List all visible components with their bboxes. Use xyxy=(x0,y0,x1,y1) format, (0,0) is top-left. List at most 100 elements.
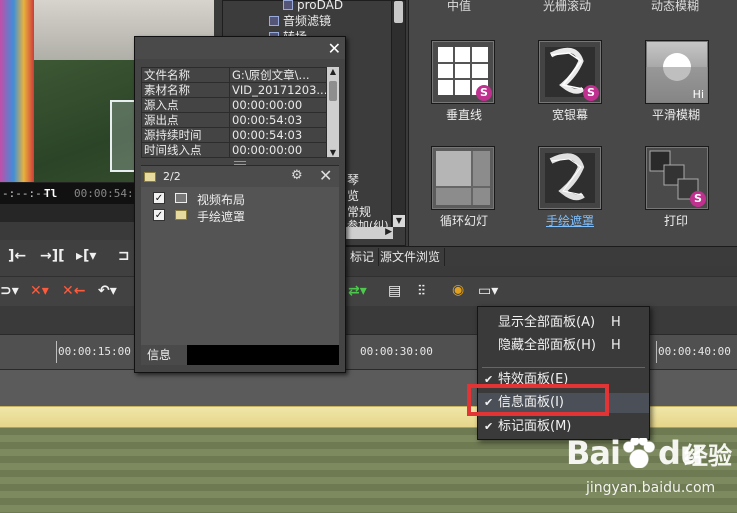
split-icon[interactable]: ▸[▾ xyxy=(76,248,96,264)
property-value: G:\原创文章\... xyxy=(229,67,327,83)
effect-tile-print[interactable]: S xyxy=(645,146,709,210)
folder-icon xyxy=(269,16,279,26)
effect-tile-hand-drawn-mask[interactable] xyxy=(538,146,602,210)
paw-icon xyxy=(621,438,656,468)
effect-label[interactable]: 垂直线 xyxy=(419,106,509,123)
hi-badge: Hi xyxy=(692,88,704,101)
tab-markers[interactable]: 标记 xyxy=(346,248,380,266)
table-row: 时间线入点 00:00:00:00 xyxy=(141,142,327,158)
ruler-tick-label: 00:00:15:00 xyxy=(58,345,131,358)
more-icon[interactable]: ⊐ xyxy=(118,248,130,264)
menu-item-shortcut: H xyxy=(611,315,621,330)
info-properties-table: 文件名称 G:\原创文章\... 素材名称 VID_20171203... 源入点 0… xyxy=(141,67,327,158)
property-key: 时间线入点 xyxy=(141,142,230,158)
tree-item-label: 琴 xyxy=(347,173,360,187)
panel-tabs: 标记 源文件浏览 xyxy=(346,246,737,266)
effect-tile-smooth-blur[interactable]: Hi xyxy=(645,40,709,104)
tree-item-label: proDAD xyxy=(297,0,344,12)
annotation-highlight-box xyxy=(467,384,609,416)
tree-item[interactable]: 音频滤镜 xyxy=(269,12,331,29)
undo-icon[interactable]: ↶▾ xyxy=(98,283,117,299)
scrollbar-thumb[interactable] xyxy=(329,81,337,101)
menu-item-hide-all-panels[interactable]: 隐藏全部面板(H) H xyxy=(478,336,649,356)
audio-mixer-icon[interactable]: ⫶⫶ xyxy=(418,283,425,299)
edit-toolbar: ]← →][ ▸[▾ ⊐ xyxy=(0,240,134,276)
checkbox-checked[interactable]: ✓ xyxy=(153,209,165,221)
checkbox-checked[interactable]: ✓ xyxy=(153,192,165,204)
tab-source-browser[interactable]: 源文件浏览 xyxy=(376,248,446,266)
menu-item-shortcut: H xyxy=(611,338,621,353)
info-panel-titlebar[interactable]: ✕ xyxy=(135,37,345,59)
panels-menu-icon[interactable]: ▭▾ xyxy=(478,283,498,299)
effect-label[interactable]: 宽银幕 xyxy=(525,106,615,123)
tree-item[interactable]: proDAD xyxy=(283,0,343,12)
panels-dropdown-menu: 显示全部面板(A) H 隐藏全部面板(H) H ✔ 特效面板(E) ✔ 信息面板… xyxy=(477,306,650,440)
watermark-cn: 经验 xyxy=(684,442,732,470)
baidu-logo: Bai du xyxy=(566,434,703,472)
table-row: 素材名称 VID_20171203... xyxy=(141,82,327,98)
hand-drawn-mask-icon xyxy=(545,153,595,203)
effect-tile-slideshow[interactable] xyxy=(431,146,495,210)
effect-tile-widescreen[interactable]: S xyxy=(538,40,602,104)
effects-thumbnail-grid: 中值 光栅滚动 动态模糊 S 垂直线 S 宽银幕 Hi 平滑模糊 循环幻灯 手绘… xyxy=(408,0,737,246)
scroll-down-arrow-icon[interactable]: ▼ xyxy=(393,215,405,227)
applied-effects-list: ✓ 视频布局 ✓ 手绘遮罩 xyxy=(141,187,339,347)
effect-count: 2/2 xyxy=(163,170,181,183)
set-out-point-icon[interactable]: →][ xyxy=(40,248,65,264)
table-row: 源出点 00:00:54:03 xyxy=(141,112,327,128)
tree-item[interactable]: 览 xyxy=(347,187,359,204)
grid-toolbar-icon[interactable]: ▤ xyxy=(388,283,401,299)
delete-icon[interactable]: ✕▾ xyxy=(30,283,49,299)
effect-label[interactable]: 平滑模糊 xyxy=(631,106,721,123)
property-key: 源出点 xyxy=(141,112,230,128)
property-value: 00:00:54:03 xyxy=(229,112,327,128)
ruler-tick-label: 00:00:40:00 xyxy=(658,345,731,358)
ruler-tick-label: 00:00:30:00 xyxy=(360,345,433,358)
property-key: 文件名称 xyxy=(141,67,230,83)
effect-name: 手绘遮罩 xyxy=(197,210,246,224)
color-wheel-icon[interactable]: ◉ xyxy=(452,282,464,298)
ripple-delete-icon[interactable]: ✕← xyxy=(62,283,85,299)
effect-label[interactable]: 打印 xyxy=(631,212,721,229)
settings-icon[interactable]: ⚙ xyxy=(291,168,303,183)
menu-item-label: 隐藏全部面板(H) xyxy=(498,338,596,353)
menu-separator xyxy=(482,367,645,368)
tree-item-label: 音频滤镜 xyxy=(283,14,332,28)
set-in-point-icon[interactable]: ]← xyxy=(8,248,26,264)
property-key: 源持续时间 xyxy=(141,127,230,143)
property-value: 00:00:00:00 xyxy=(229,97,327,113)
effect-category-label: 光栅滚动 xyxy=(543,0,592,13)
menu-item-label: 标记面板(M) xyxy=(498,419,572,434)
effect-label[interactable]: 循环幻灯 xyxy=(419,212,509,229)
effect-label-selected[interactable]: 手绘遮罩 xyxy=(525,212,615,229)
effect-name: 视频布局 xyxy=(197,193,246,207)
tab-info[interactable]: 信息 xyxy=(141,345,187,365)
scroll-down-arrow-icon[interactable]: ▼ xyxy=(327,148,339,157)
scrollbar-thumb[interactable] xyxy=(394,1,403,23)
s-badge-icon: S xyxy=(690,191,706,207)
menu-item-label: 显示全部面板(A) xyxy=(498,315,596,330)
table-row: 源持续时间 00:00:54:03 xyxy=(141,127,327,143)
scroll-right-arrow-icon[interactable]: ▶ xyxy=(385,227,392,237)
menu-item-show-all-panels[interactable]: 显示全部面板(A) H xyxy=(478,313,649,333)
scroll-up-arrow-icon[interactable]: ▲ xyxy=(327,67,339,76)
info-table-scrollbar[interactable]: ▲ ▼ xyxy=(327,67,339,157)
close-icon[interactable]: ✕ xyxy=(328,39,341,58)
folder-icon xyxy=(283,0,293,10)
render-icon[interactable]: ⇄▾ xyxy=(348,283,367,299)
delete-icon[interactable]: ✕ xyxy=(319,166,332,185)
tree-vertical-scrollbar[interactable]: ▼ xyxy=(391,1,405,227)
info-effects-header: 2/2 ⚙ ✕ xyxy=(141,165,339,187)
preview-controls-area xyxy=(0,204,134,222)
timeline-toolbar: ⊃▾ ✕▾ ✕← ↶▾ ⇄▾ ▤ ⫶⫶ ◉ ▭▾ xyxy=(0,276,737,306)
tree-item-label: 览 xyxy=(347,189,360,203)
info-panel: ✕ 文件名称 G:\原创文章\... 素材名称 VID_20171203... 源入… xyxy=(134,36,346,373)
tree-item[interactable]: 琴 xyxy=(347,171,359,188)
property-value: 00:00:54:03 xyxy=(229,127,327,143)
undo-arc-icon[interactable]: ⊃▾ xyxy=(0,283,19,299)
checkmark-icon: ✔ xyxy=(484,420,494,433)
effect-tile-vertical-lines[interactable]: S xyxy=(431,40,495,104)
s-badge-icon: S xyxy=(583,85,599,101)
tree-horizontal-scrollbar[interactable]: ▶ xyxy=(339,227,393,239)
mask-icon xyxy=(175,210,187,220)
